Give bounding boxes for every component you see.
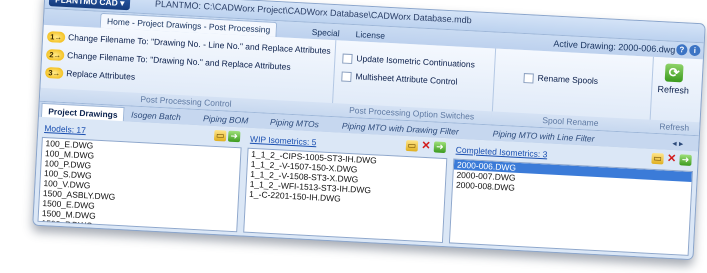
models-count-link[interactable]: Models: 17 (44, 123, 86, 135)
multisheet-attribute-checkbox[interactable]: Multisheet Attribute Control (341, 71, 458, 88)
completed-list[interactable]: 2000-006.DWG 2000-007.DWG 2000-008.DWG (448, 158, 694, 256)
checkbox-icon (341, 71, 352, 82)
step-2-icon: 2→ (45, 49, 65, 62)
tab-scroll-arrows[interactable]: ◂ ▸ (666, 136, 690, 151)
rename-spools-checkbox[interactable]: Rename Spools (523, 72, 598, 87)
post-process-option-3-label: Replace Attributes (66, 68, 136, 82)
wip-count-link[interactable]: WIP Isometrics: 5 (250, 134, 317, 147)
options-group: Update Isometric Continuations Multishee… (331, 40, 497, 125)
completed-pane: Completed Isometrics: 3 ▭ ✕ ➜ 2000-006.DWG… (448, 141, 694, 256)
refresh-icon: ⟳ (664, 63, 684, 83)
step-1-icon: 1→ (46, 31, 66, 44)
open-folder-icon[interactable]: ▭ (213, 129, 227, 142)
send-icon[interactable]: ➜ (433, 141, 447, 154)
checkbox-icon (342, 53, 353, 64)
checkbox-icon (523, 72, 534, 84)
refresh-group-label: Refresh (648, 119, 700, 136)
multisheet-attribute-label: Multisheet Attribute Control (355, 71, 458, 87)
open-folder-icon[interactable]: ▭ (651, 152, 664, 165)
send-icon[interactable]: ➜ (227, 130, 241, 143)
rename-spools-label: Rename Spools (537, 72, 599, 86)
spool-rename-group: Rename Spools Spool Rename (491, 48, 654, 133)
update-iso-continuations-label: Update Isometric Continuations (356, 53, 476, 70)
app-window: PLANTMO CAD ▾ PLANTMO: C:\CADWorx Projec… (32, 0, 706, 261)
post-process-option-3[interactable]: 3→ Replace Attributes (44, 65, 136, 84)
update-iso-continuations-checkbox[interactable]: Update Isometric Continuations (342, 53, 475, 71)
wip-pane: WIP Isometrics: 5 ▭ ✕ ➜ 1_1_2_-CIPS-1005-S… (243, 131, 448, 244)
delete-icon[interactable]: ✕ (665, 153, 678, 166)
open-folder-icon[interactable]: ▭ (405, 139, 419, 152)
help-icon[interactable]: ? (676, 43, 688, 56)
completed-count-link[interactable]: Completed Isometrics: 3 (456, 145, 548, 160)
wip-list[interactable]: 1_1_2_-CIPS-1005-ST3-IH.DWG 1_1_2_-V-150… (243, 147, 448, 244)
send-icon[interactable]: ➜ (679, 154, 692, 166)
models-pane: Models: 17 ▭ ➜ 100_E.DWG 100_M.DWG 100_P.… (37, 120, 242, 233)
refresh-button-label: Refresh (657, 84, 690, 96)
delete-icon[interactable]: ✕ (420, 140, 433, 153)
step-3-icon: 3→ (44, 67, 64, 80)
refresh-group: ⟳ Refresh Refresh (648, 57, 703, 136)
post-processing-group: 1→ Change Filename To: "Drawing No. - Lin… (39, 24, 337, 117)
refresh-button[interactable]: ⟳ Refresh (655, 63, 693, 96)
info-icon[interactable]: i (689, 44, 701, 57)
models-list[interactable]: 100_E.DWG 100_M.DWG 100_P.DWG 100_S.DWG … (37, 136, 242, 233)
